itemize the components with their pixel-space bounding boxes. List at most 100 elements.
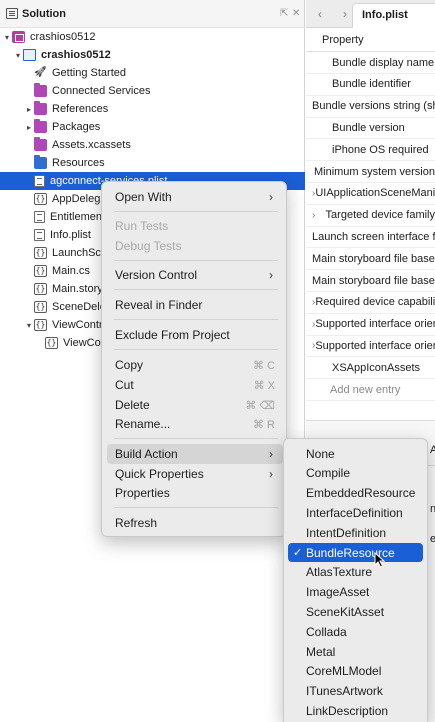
disclosure-triangle-icon[interactable]: ▾ bbox=[13, 51, 23, 60]
build-action-linkdescription[interactable]: LinkDescription bbox=[288, 701, 423, 720]
plist-file-icon bbox=[34, 175, 45, 187]
expand-chevron-icon[interactable]: › bbox=[306, 340, 315, 351]
menu-item-exclude-from-project[interactable]: Exclude From Project bbox=[107, 325, 283, 345]
menu-item-build-action[interactable]: Build Action › bbox=[107, 444, 283, 464]
build-action-interfacedefinition[interactable]: InterfaceDefinition bbox=[288, 503, 423, 522]
build-action-label: ITunesArtwork bbox=[306, 684, 383, 699]
code-file-icon: {} bbox=[34, 247, 47, 259]
menu-item-label: Debug Tests bbox=[115, 239, 182, 253]
editor-tab-bar: ‹ › Info.plist bbox=[306, 0, 435, 28]
property-row-iphone-os-required[interactable]: iPhone OS required bbox=[306, 139, 435, 162]
tree-item-getting-started[interactable]: 🚀 Getting Started bbox=[0, 64, 305, 82]
build-action-intentdefinition[interactable]: IntentDefinition bbox=[288, 523, 423, 542]
build-action-imageasset[interactable]: ImageAsset bbox=[288, 583, 423, 602]
property-row-minimum-system-version[interactable]: Minimum system version bbox=[306, 161, 435, 183]
menu-item-refresh[interactable]: Refresh bbox=[107, 513, 283, 533]
expand-chevron-icon[interactable]: › bbox=[306, 297, 315, 308]
menu-item-properties[interactable]: Properties bbox=[107, 483, 283, 503]
build-action-label: LinkDescription bbox=[306, 703, 389, 718]
expand-chevron-icon[interactable]: › bbox=[306, 188, 315, 199]
tree-item-crashios0512[interactable]: ▾ crashios0512 bbox=[0, 46, 305, 64]
property-column-header[interactable]: Property bbox=[306, 28, 435, 52]
build-action-coremlmodel[interactable]: CoreMLModel bbox=[288, 662, 423, 681]
property-row-main-storyboard-file-base-name-ipad[interactable]: Main storyboard file base name (iPad) bbox=[306, 270, 435, 292]
disclosure-triangle-icon[interactable]: ▸ bbox=[24, 105, 34, 114]
tree-item-label: Info.plist bbox=[50, 229, 91, 241]
property-row-bundle-identifier[interactable]: Bundle identifier bbox=[306, 74, 435, 96]
expand-chevron-icon[interactable]: › bbox=[306, 319, 315, 330]
property-row-uiapplicationscenemanifest[interactable]: ›UIApplicationSceneManifest bbox=[306, 183, 435, 205]
menu-separator bbox=[114, 349, 278, 350]
submenu-chevron-icon: › bbox=[269, 447, 273, 461]
property-row-bundle-version[interactable]: Bundle version bbox=[306, 117, 435, 140]
menu-item-label: Quick Properties bbox=[115, 467, 204, 481]
property-label: Minimum system version bbox=[313, 165, 435, 178]
tree-item-packages[interactable]: ▸ Packages bbox=[0, 118, 305, 136]
property-row-supported-interface-orientations[interactable]: ›Supported interface orientations bbox=[306, 314, 435, 336]
build-action-none[interactable]: None bbox=[288, 444, 423, 463]
build-action-label: InterfaceDefinition bbox=[306, 505, 403, 520]
tree-item-connected-services[interactable]: Connected Services bbox=[0, 82, 305, 100]
build-action-label: Collada bbox=[306, 624, 347, 639]
build-action-embeddedresource[interactable]: EmbeddedResource bbox=[288, 484, 423, 503]
menu-item-label: Delete bbox=[115, 398, 150, 412]
add-new-entry-row[interactable]: Add new entry bbox=[306, 379, 435, 401]
plist-file-icon bbox=[34, 229, 45, 241]
menu-item-label: Reveal in Finder bbox=[115, 298, 203, 312]
build-action-label: EmbeddedResource bbox=[306, 486, 416, 501]
tree-item-resources[interactable]: Resources bbox=[0, 154, 305, 172]
menu-separator bbox=[114, 260, 278, 261]
disclosure-triangle-icon[interactable]: ▾ bbox=[2, 33, 12, 42]
disclosure-triangle-icon[interactable]: ▾ bbox=[24, 321, 34, 330]
menu-item-cut[interactable]: Cut ⌘ X bbox=[107, 375, 283, 395]
solution-pane-title: Solution bbox=[22, 7, 66, 20]
build-action-label: None bbox=[306, 446, 335, 461]
tab-info-plist[interactable]: Info.plist bbox=[352, 3, 435, 28]
build-action-bundleresource[interactable]: ✓ BundleResource bbox=[288, 543, 423, 562]
property-label: Bundle versions string (short) bbox=[312, 100, 435, 113]
build-action-scenekitasset[interactable]: SceneKitAsset bbox=[288, 602, 423, 621]
services-icon bbox=[34, 83, 47, 97]
build-action-compile[interactable]: Compile bbox=[288, 464, 423, 483]
build-action-atlastexture[interactable]: AtlasTexture bbox=[288, 563, 423, 582]
build-action-label: ImageAsset bbox=[306, 585, 370, 600]
expand-chevron-icon[interactable]: › bbox=[306, 210, 326, 221]
menu-item-reveal-in-finder[interactable]: Reveal in Finder bbox=[107, 295, 283, 315]
menu-item-open-with[interactable]: Open With › bbox=[107, 187, 283, 207]
menu-item-quick-properties[interactable]: Quick Properties › bbox=[107, 464, 283, 484]
tree-item-label: Main.cs bbox=[52, 265, 90, 277]
tree-item-label: Packages bbox=[52, 121, 101, 133]
disclosure-triangle-icon[interactable]: ▸ bbox=[24, 123, 34, 132]
property-row-bundle-display-name[interactable]: Bundle display name bbox=[306, 52, 435, 74]
property-row-required-device-capabilities[interactable]: ›Required device capabilities bbox=[306, 292, 435, 314]
property-label: Supported interface orientations bbox=[315, 318, 435, 331]
property-row-main-storyboard-file-base-name[interactable]: Main storyboard file base name bbox=[306, 248, 435, 271]
property-label: Bundle identifier bbox=[332, 78, 411, 91]
menu-item-rename[interactable]: Rename... ⌘ R bbox=[107, 414, 283, 434]
tree-item-label: Connected Services bbox=[52, 85, 151, 97]
tree-item-assets-xcassets[interactable]: Assets.xcassets bbox=[0, 136, 305, 154]
property-row-bundle-versions-string-short[interactable]: Bundle versions string (short) bbox=[306, 96, 435, 118]
menu-separator bbox=[114, 507, 278, 508]
code-file-icon: {} bbox=[34, 319, 47, 331]
property-row-supported-interface-orientations-ipad[interactable]: ›Supported interface orientations (iPad) bbox=[306, 335, 435, 358]
menu-item-copy[interactable]: Copy ⌘ C bbox=[107, 355, 283, 375]
pin-icon[interactable]: ⇱ bbox=[280, 8, 288, 19]
property-row-xsappiconassets[interactable]: XSAppIconAssets bbox=[306, 357, 435, 380]
build-action-itunesartwork[interactable]: ITunesArtwork bbox=[288, 682, 423, 701]
build-action-metal[interactable]: Metal bbox=[288, 642, 423, 661]
menu-item-label: Refresh bbox=[115, 516, 158, 530]
tree-item-references[interactable]: ▸ References bbox=[0, 100, 305, 118]
back-arrow-icon[interactable]: ‹ bbox=[309, 4, 331, 24]
build-action-collada[interactable]: Collada bbox=[288, 622, 423, 641]
plist-file-icon bbox=[34, 211, 45, 223]
tree-item-crashios0512[interactable]: ▾ crashios0512 bbox=[0, 28, 305, 46]
property-row-targeted-device-family[interactable]: › Targeted device family bbox=[306, 205, 435, 227]
solution-pane-icon bbox=[6, 8, 18, 19]
menu-item-delete[interactable]: Delete ⌘ ⌫ bbox=[107, 395, 283, 415]
menu-item-version-control[interactable]: Version Control › bbox=[107, 265, 283, 285]
menu-separator bbox=[114, 319, 278, 320]
tree-item-label: Resources bbox=[52, 157, 105, 169]
property-row-launch-screen-interface-file-base-name[interactable]: Launch screen interface file base name bbox=[306, 226, 435, 249]
close-icon[interactable]: ✕ bbox=[292, 8, 300, 19]
